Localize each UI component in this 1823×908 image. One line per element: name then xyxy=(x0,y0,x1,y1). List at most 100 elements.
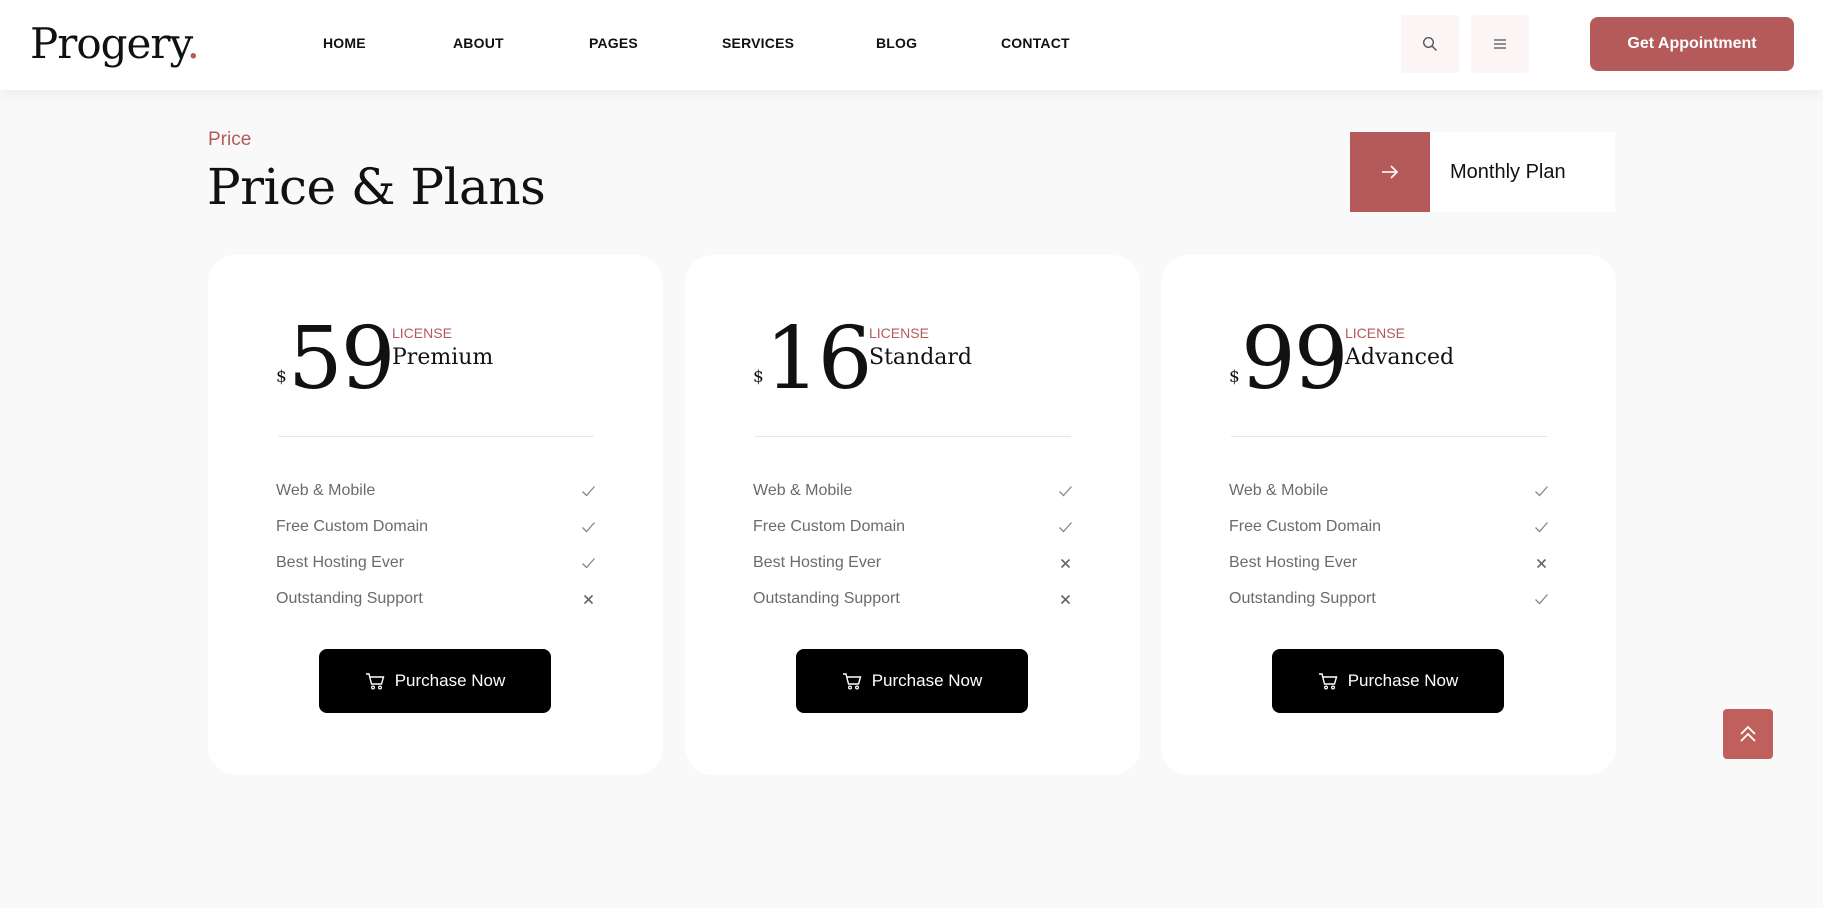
arrow-right-icon xyxy=(1382,165,1399,179)
plan-toggle-label: Monthly Plan xyxy=(1450,160,1566,183)
feature-item: Free Custom Domain xyxy=(753,509,1073,545)
price-row: $16 LICENSE Standard xyxy=(753,309,1093,409)
menu-icon xyxy=(1494,39,1506,49)
price-row: $59 LICENSE Premium xyxy=(276,309,616,409)
price-amount: 16 xyxy=(765,309,872,409)
currency-symbol: $ xyxy=(1229,367,1240,387)
purchase-now-button[interactable]: Purchase Now xyxy=(1272,649,1504,713)
check-icon xyxy=(1534,522,1548,533)
purchase-button-label: Purchase Now xyxy=(1347,671,1459,690)
license-name: Standard xyxy=(869,345,972,370)
feature-label: Best Hosting Ever xyxy=(753,554,882,571)
page-title: Price & Plans xyxy=(207,158,546,216)
currency-symbol: $ xyxy=(276,367,287,387)
check-icon xyxy=(1058,486,1072,497)
double-chevron-up-icon xyxy=(1740,725,1756,742)
feature-label: Best Hosting Ever xyxy=(1229,554,1358,571)
check-icon xyxy=(1534,594,1548,605)
arrow-box xyxy=(1350,132,1430,212)
divider xyxy=(755,436,1071,437)
nav-pages[interactable]: PAGES xyxy=(589,35,638,51)
price-amount: 99 xyxy=(1241,309,1348,409)
nav-about[interactable]: ABOUT xyxy=(453,35,504,51)
main-nav: HOME ABOUT PAGES SERVICES BLOG CONTACT xyxy=(0,0,1823,90)
cross-icon xyxy=(583,594,593,604)
feature-item: Best Hosting Ever xyxy=(276,545,596,581)
nav-services[interactable]: SERVICES xyxy=(722,35,794,51)
feature-item: Outstanding Support xyxy=(276,581,596,617)
feature-status xyxy=(1057,591,1073,607)
purchase-button-label: Purchase Now xyxy=(871,671,983,690)
feature-label: Web & Mobile xyxy=(276,482,376,499)
feature-label: Best Hosting Ever xyxy=(276,554,405,571)
divider xyxy=(278,436,594,437)
feature-status xyxy=(1533,591,1549,607)
nav-contact[interactable]: CONTACT xyxy=(1001,35,1070,51)
feature-status xyxy=(1533,519,1549,535)
cart-icon xyxy=(842,673,862,690)
purchase-button-label: Purchase Now xyxy=(394,671,506,690)
check-icon xyxy=(581,558,595,569)
feature-status xyxy=(580,519,596,535)
search-icon xyxy=(1422,36,1437,51)
feature-item: Free Custom Domain xyxy=(1229,509,1549,545)
pricing-card: $99 LICENSE Advanced Web & Mobile Free Custo… xyxy=(1161,255,1616,775)
pricing-card: $59 LICENSE Premium Web & Mobile Free Custom… xyxy=(208,255,663,775)
cross-icon xyxy=(1060,558,1070,568)
feature-status xyxy=(1533,483,1549,499)
feature-list: Web & Mobile Free Custom Domain Best Hosti… xyxy=(1229,473,1549,617)
check-icon xyxy=(581,522,595,533)
menu-button[interactable] xyxy=(1471,15,1529,73)
divider xyxy=(1231,436,1547,437)
feature-status xyxy=(1533,555,1549,571)
license-tag: LICENSE xyxy=(869,325,929,341)
feature-item: Web & Mobile xyxy=(753,473,1073,509)
purchase-now-button[interactable]: Purchase Now xyxy=(796,649,1028,713)
pricing-card: $16 LICENSE Standard Web & Mobile Free Custo… xyxy=(685,255,1140,775)
get-appointment-button[interactable]: Get Appointment xyxy=(1590,17,1794,71)
scroll-top-button[interactable] xyxy=(1723,709,1773,759)
feature-item: Web & Mobile xyxy=(1229,473,1549,509)
feature-status xyxy=(1057,555,1073,571)
feature-item: Best Hosting Ever xyxy=(753,545,1073,581)
cart-icon xyxy=(1318,673,1338,690)
monthly-plan-toggle[interactable]: Monthly Plan xyxy=(1350,132,1615,212)
license-name: Premium xyxy=(392,345,494,370)
feature-list: Web & Mobile Free Custom Domain Best Hosti… xyxy=(276,473,596,617)
cart-icon xyxy=(365,673,385,690)
currency-symbol: $ xyxy=(753,367,764,387)
feature-status xyxy=(1057,519,1073,535)
price-amount: 59 xyxy=(288,309,395,409)
feature-label: Web & Mobile xyxy=(1229,482,1329,499)
feature-status xyxy=(580,483,596,499)
feature-list: Web & Mobile Free Custom Domain Best Hosti… xyxy=(753,473,1073,617)
section-eyebrow: Price xyxy=(208,129,252,150)
feature-item: Web & Mobile xyxy=(276,473,596,509)
check-icon xyxy=(1058,522,1072,533)
feature-item: Free Custom Domain xyxy=(276,509,596,545)
nav-blog[interactable]: BLOG xyxy=(876,35,917,51)
feature-label: Free Custom Domain xyxy=(276,518,429,535)
license-tag: LICENSE xyxy=(1345,325,1405,341)
nav-home[interactable]: HOME xyxy=(323,35,366,51)
cross-icon xyxy=(1060,594,1070,604)
feature-label: Outstanding Support xyxy=(1229,590,1376,607)
check-icon xyxy=(581,486,595,497)
feature-label: Free Custom Domain xyxy=(753,518,906,535)
feature-label: Web & Mobile xyxy=(753,482,853,499)
site-header: Progery. HOME ABOUT PAGES SERVICES BLOG … xyxy=(0,0,1823,90)
price-row: $99 LICENSE Advanced xyxy=(1229,309,1569,409)
cross-icon xyxy=(1536,558,1546,568)
feature-label: Outstanding Support xyxy=(753,590,900,607)
license-tag: LICENSE xyxy=(392,325,452,341)
feature-status xyxy=(580,555,596,571)
feature-status xyxy=(1057,483,1073,499)
feature-item: Best Hosting Ever xyxy=(1229,545,1549,581)
feature-item: Outstanding Support xyxy=(753,581,1073,617)
feature-label: Outstanding Support xyxy=(276,590,423,607)
license-name: Advanced xyxy=(1345,345,1455,370)
purchase-now-button[interactable]: Purchase Now xyxy=(319,649,551,713)
search-button[interactable] xyxy=(1401,15,1459,73)
check-icon xyxy=(1534,486,1548,497)
feature-item: Outstanding Support xyxy=(1229,581,1549,617)
